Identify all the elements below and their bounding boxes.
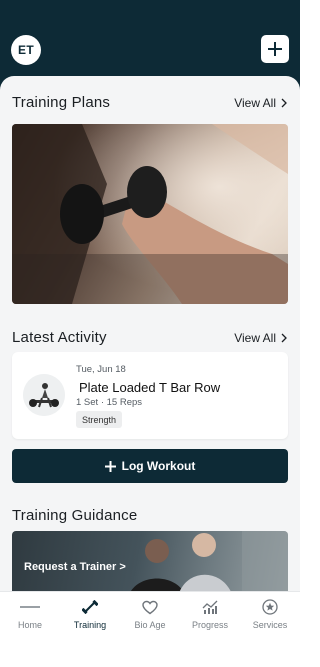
nav-label: Home — [17, 620, 42, 630]
add-button[interactable] — [261, 35, 289, 63]
log-workout-label: Log Workout — [121, 459, 196, 473]
nav-item-progress[interactable]: Progress — [180, 592, 240, 667]
request-trainer-banner[interactable]: Request a Trainer > — [12, 531, 288, 591]
nav-item-services[interactable]: Services — [240, 592, 300, 667]
activity-date: Tue, Jun 18 — [76, 364, 126, 375]
nav-item-bio-age[interactable]: Bio Age — [120, 592, 180, 667]
nav-label: Training — [73, 620, 107, 630]
activity-category-badge: Strength — [76, 411, 123, 428]
avatar[interactable]: ET — [11, 35, 41, 65]
nav-label: Progress — [191, 620, 228, 630]
section-title: Training Plans — [12, 94, 111, 111]
view-all-activity-link[interactable]: View All — [234, 331, 288, 345]
section-title: Latest Activity — [12, 329, 107, 346]
plus-icon — [104, 460, 116, 472]
log-workout-button[interactable]: Log Workout — [12, 449, 288, 483]
dumbbell-icon — [82, 598, 98, 616]
plus-icon — [268, 42, 282, 56]
dumbbell-workout-photo — [12, 124, 288, 304]
activity-title: Plate Loaded T Bar Row — [79, 380, 221, 395]
training-plan-hero-image[interactable] — [12, 124, 288, 304]
training-guidance-header: Training Guidance — [12, 507, 288, 524]
view-all-label: View All — [234, 95, 276, 110]
training-plans-header: Training Plans View All — [12, 94, 288, 111]
star-icon — [262, 598, 278, 616]
nav-item-home[interactable]: Home — [0, 592, 60, 667]
main-content: Training Plans View All Latest Activity — [0, 76, 300, 591]
request-trainer-link[interactable]: Request a Trainer > — [24, 561, 126, 573]
logo-icon — [20, 598, 40, 616]
exercise-thumbnail — [23, 374, 65, 416]
activity-meta: 1 Set · 15 Reps — [76, 397, 143, 408]
section-title: Training Guidance — [12, 507, 138, 524]
bottom-navigation: Home Training Bio Age Progress Services — [0, 591, 300, 667]
nav-label: Services — [252, 620, 288, 630]
latest-activity-header: Latest Activity View All — [12, 329, 288, 346]
chart-icon — [202, 598, 218, 616]
nav-item-training[interactable]: Training — [60, 592, 120, 667]
chevron-right-icon — [281, 333, 287, 342]
activity-card[interactable]: Tue, Jun 18 Plate Loaded T Bar Row 1 Set… — [12, 352, 288, 439]
chevron-right-icon — [281, 98, 287, 107]
nav-label: Bio Age — [134, 620, 166, 630]
exercise-figure-icon — [23, 374, 65, 416]
heart-icon — [142, 598, 158, 616]
view-all-training-plans-link[interactable]: View All — [234, 96, 288, 110]
view-all-label: View All — [234, 330, 276, 345]
